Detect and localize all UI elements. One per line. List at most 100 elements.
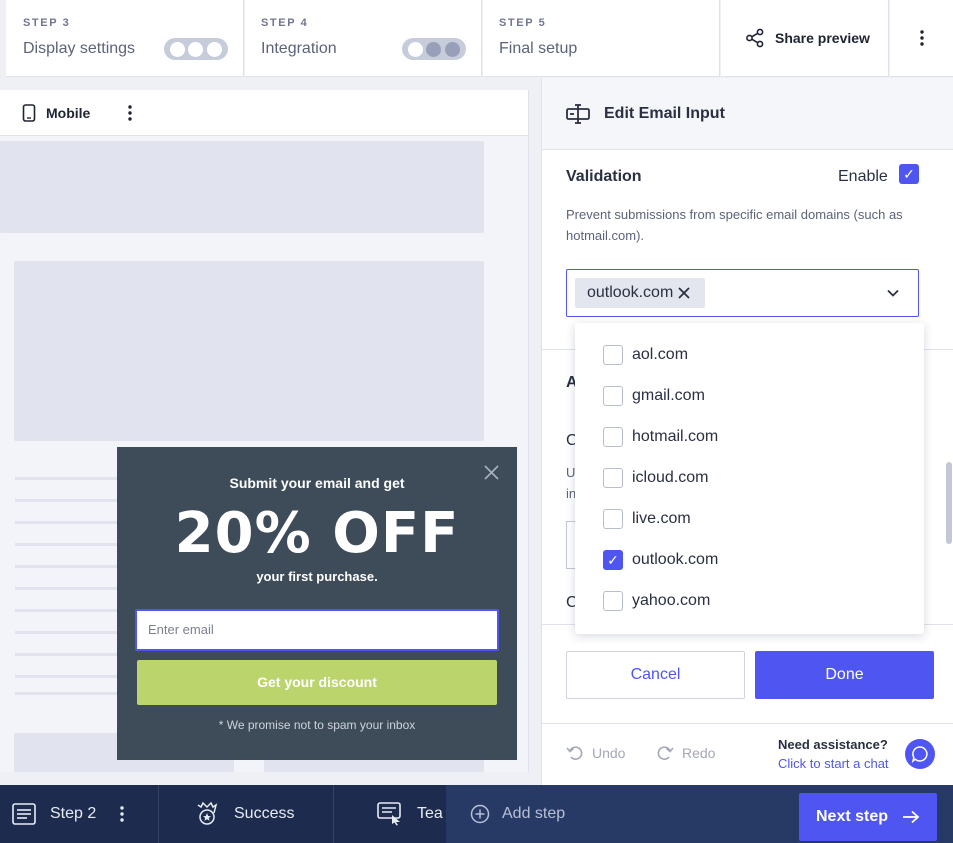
- option-label: hotmail.com: [632, 428, 719, 445]
- share-icon: [746, 28, 764, 48]
- progress-dot: [445, 41, 461, 57]
- placeholder-line: [15, 692, 125, 695]
- form-icon: [12, 803, 36, 825]
- option-label: live.com: [632, 510, 691, 527]
- progress-dots: [402, 38, 466, 60]
- kebab-icon[interactable]: [120, 806, 124, 822]
- placeholder-line: [15, 587, 125, 590]
- option-checkbox[interactable]: [603, 345, 623, 365]
- step-title: Integration: [261, 40, 337, 57]
- flow-step-label: Tea: [417, 805, 443, 822]
- flow-step-label: Step 2: [50, 805, 97, 822]
- progress-dot: [407, 41, 423, 57]
- cancel-button[interactable]: Cancel: [566, 651, 745, 699]
- add-step-label: Add step: [502, 805, 566, 822]
- placeholder-block: [14, 261, 484, 441]
- placeholder-line: [15, 477, 125, 480]
- share-preview-label: Share preview: [775, 30, 870, 46]
- plus-circle-icon: [470, 804, 490, 824]
- dropdown-option[interactable]: aol.com: [603, 345, 688, 365]
- device-label[interactable]: Mobile: [46, 105, 90, 121]
- step-card-display-settings[interactable]: STEP 3 Display settings: [6, 0, 244, 77]
- flow-step-success[interactable]: Success: [194, 785, 294, 843]
- email-popup-preview[interactable]: Submit your email and get 20% OFF your f…: [117, 447, 517, 760]
- panel-header: Edit Email Input: [542, 78, 953, 150]
- enable-label: Enable: [838, 168, 888, 185]
- placeholder-line: [15, 631, 125, 634]
- more-options-button[interactable]: [890, 0, 953, 77]
- step-number: STEP 3: [23, 17, 71, 29]
- step-number: STEP 5: [499, 17, 547, 29]
- step-title: Final setup: [499, 40, 578, 57]
- step-number: STEP 4: [261, 17, 309, 29]
- teaser-icon: [377, 802, 401, 826]
- placeholder-line: [15, 653, 125, 656]
- placeholder-line: [15, 521, 125, 524]
- option-checkbox-checked[interactable]: ✓: [603, 550, 623, 570]
- placeholder-block: [0, 141, 484, 233]
- divider: [542, 723, 953, 724]
- canvas-toolbar: Mobile: [0, 90, 529, 136]
- input-field-icon: [566, 103, 590, 124]
- placeholder-line: [15, 499, 125, 502]
- redo-icon: [657, 746, 674, 760]
- trophy-icon: [197, 801, 218, 825]
- step-card-integration[interactable]: STEP 4 Integration: [245, 0, 482, 77]
- next-step-button[interactable]: Next step: [799, 793, 937, 841]
- option-label: aol.com: [632, 346, 689, 363]
- share-preview-button[interactable]: Share preview: [721, 0, 889, 77]
- panel-scrollbar[interactable]: [946, 462, 952, 544]
- option-checkbox[interactable]: [603, 427, 623, 447]
- dropdown-option[interactable]: gmail.com: [603, 386, 705, 406]
- remove-chip-icon[interactable]: [677, 286, 691, 300]
- done-button[interactable]: Done: [755, 651, 934, 699]
- flow-step-2[interactable]: Step 2: [12, 785, 124, 843]
- validation-title: Validation: [566, 168, 642, 185]
- selected-domain-chip: outlook.com: [575, 278, 706, 308]
- progress-dot: [426, 41, 442, 57]
- option-checkbox[interactable]: [603, 509, 623, 529]
- popup-offer: 20% OFF: [174, 501, 460, 566]
- step-card-final-setup[interactable]: STEP 5 Final setup: [483, 0, 720, 77]
- dropdown-option[interactable]: ✓ outlook.com: [603, 550, 718, 570]
- enable-checkbox[interactable]: ✓: [899, 164, 919, 184]
- progress-dots: [164, 38, 228, 60]
- popup-subline: your first purchase.: [256, 569, 378, 584]
- redo-button[interactable]: Redo: [656, 745, 715, 761]
- kebab-icon[interactable]: [128, 104, 133, 121]
- popup-headline: Submit your email and get: [229, 475, 405, 491]
- mobile-icon[interactable]: [22, 103, 36, 122]
- undo-icon: [566, 746, 583, 760]
- placeholder-line: [15, 675, 125, 678]
- step-title: Display settings: [23, 40, 136, 57]
- arrow-right-icon: [903, 810, 920, 824]
- divider: [333, 785, 334, 843]
- popup-note: * We promise not to spam your inbox: [218, 718, 416, 732]
- blocked-domains-select[interactable]: outlook.com: [566, 269, 919, 317]
- next-step-label: Next step: [815, 808, 889, 825]
- step-bar: STEP 3 Display settings STEP 4 Integrati…: [0, 0, 953, 78]
- progress-dot: [188, 41, 204, 57]
- redo-label: Redo: [682, 745, 716, 761]
- option-checkbox[interactable]: [603, 468, 623, 488]
- dropdown-option[interactable]: icloud.com: [603, 468, 708, 488]
- start-chat-link[interactable]: Click to start a chat: [778, 756, 889, 771]
- add-step-button[interactable]: Add step: [470, 785, 565, 843]
- email-field[interactable]: Enter email: [135, 609, 499, 651]
- get-discount-button[interactable]: Get your discount: [137, 660, 497, 705]
- option-checkbox[interactable]: [603, 386, 623, 406]
- chevron-down-icon[interactable]: [886, 286, 900, 300]
- placeholder-line: [15, 565, 125, 568]
- chat-button[interactable]: [905, 739, 935, 769]
- divider: [158, 785, 159, 843]
- undo-button[interactable]: Undo: [566, 745, 625, 761]
- validation-description: Prevent submissions from specific email …: [566, 207, 903, 243]
- dropdown-option[interactable]: yahoo.com: [603, 591, 710, 611]
- dropdown-option[interactable]: live.com: [603, 509, 691, 529]
- flow-step-teaser[interactable]: Tea: [377, 785, 443, 843]
- field-help-partial: U: [566, 465, 576, 480]
- placeholder-line: [15, 609, 125, 612]
- dropdown-option[interactable]: hotmail.com: [603, 427, 718, 447]
- flow-step-label: Success: [234, 805, 295, 822]
- option-checkbox[interactable]: [603, 591, 623, 611]
